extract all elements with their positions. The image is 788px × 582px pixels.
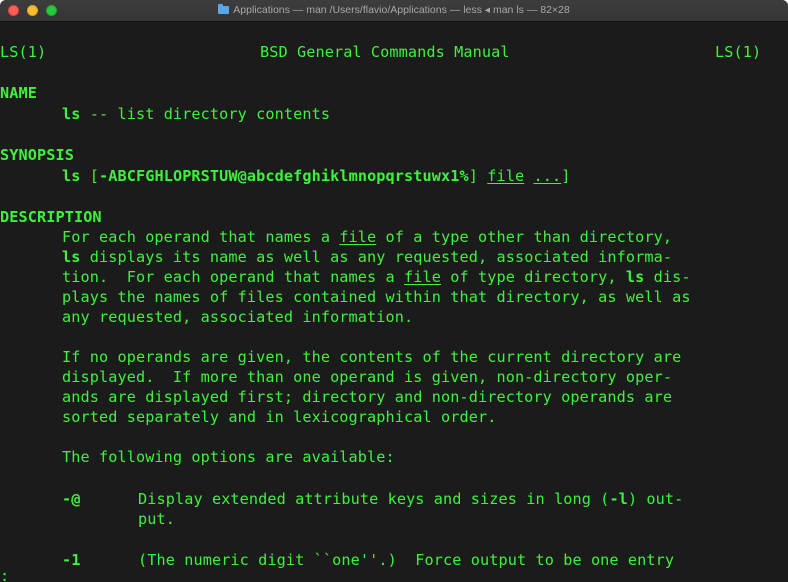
synopsis-bracket-open: [	[80, 167, 99, 185]
description-line: If no operands are given, the contents o…	[62, 348, 682, 366]
synopsis-ellipsis: ...	[533, 167, 562, 185]
terminal-content[interactable]: LS(1) BSD General Commands Manual LS(1) …	[0, 22, 788, 582]
text-span: of type directory,	[441, 268, 626, 286]
synopsis-file: file	[487, 167, 525, 185]
options-intro: The following options are available:	[62, 448, 395, 466]
text-span: displays its name as well as any request…	[80, 248, 673, 266]
man-header-left: LS(1)	[0, 43, 47, 61]
folder-icon	[218, 4, 230, 14]
synopsis-flags: -ABCFGHLOPRSTUW@abcdefghiklmnopqrstuwx1%	[99, 167, 469, 185]
option-flag: -@	[62, 490, 81, 508]
name-line: ls -- list directory contents	[62, 104, 330, 124]
ls-ref: ls	[62, 248, 81, 266]
description-line: ls displays its name as well as any requ…	[62, 247, 672, 267]
ls-ref: ls	[625, 268, 645, 286]
description-line: For each operand that names a file of a …	[62, 227, 672, 247]
man-header-center: BSD General Commands Manual	[260, 43, 510, 61]
text-span: For each operand that names a	[62, 228, 340, 246]
text-span: Display extended attribute keys and size…	[138, 490, 610, 508]
file-arg: file	[404, 268, 441, 286]
man-header-right: LS(1)	[715, 43, 762, 61]
text-span: of a type other than directory,	[376, 228, 673, 246]
section-heading-description: DESCRIPTION	[0, 208, 102, 226]
text-span: dis-	[644, 268, 691, 286]
synopsis-end: ]	[561, 167, 571, 185]
description-line: sorted separately and in lexicographical…	[62, 408, 497, 426]
window-title-text: Applications — man /Users/flavio/Applica…	[233, 4, 570, 16]
description-line: tion. For each operand that names a file…	[62, 267, 691, 287]
text-span: ) out-	[627, 490, 684, 508]
option-description: Display extended attribute keys and size…	[138, 489, 683, 509]
file-arg: file	[339, 228, 377, 246]
section-heading-name: NAME	[0, 84, 37, 102]
terminal-window: Applications — man /Users/flavio/Applica…	[0, 0, 788, 582]
section-heading-synopsis: SYNOPSIS	[0, 146, 74, 164]
option-flag: -1	[62, 551, 81, 569]
window-title: Applications — man /Users/flavio/Applica…	[0, 0, 788, 21]
description-line: displayed. If more than one operand is g…	[62, 368, 673, 386]
name-command: ls	[62, 105, 81, 123]
synopsis-line: ls [-ABCFGHLOPRSTUW@abcdefghiklmnopqrstu…	[62, 166, 570, 186]
synopsis-bracket-close: ]	[468, 167, 488, 185]
description-line: ands are displayed first; directory and …	[62, 388, 673, 406]
pager-prompt[interactable]: :	[0, 566, 9, 582]
description-line: any requested, associated information.	[62, 308, 414, 326]
option-description: put.	[138, 510, 175, 528]
text-span: tion. For each operand that names a	[62, 268, 405, 286]
description-line: plays the names of files contained withi…	[62, 288, 691, 306]
title-bar[interactable]: Applications — man /Users/flavio/Applica…	[0, 0, 788, 22]
synopsis-command: ls	[62, 167, 81, 185]
name-description: -- list directory contents	[80, 105, 331, 123]
option-inline-flag: -l	[609, 490, 628, 508]
option-description: (The numeric digit ``one''.) Force outpu…	[138, 551, 675, 569]
